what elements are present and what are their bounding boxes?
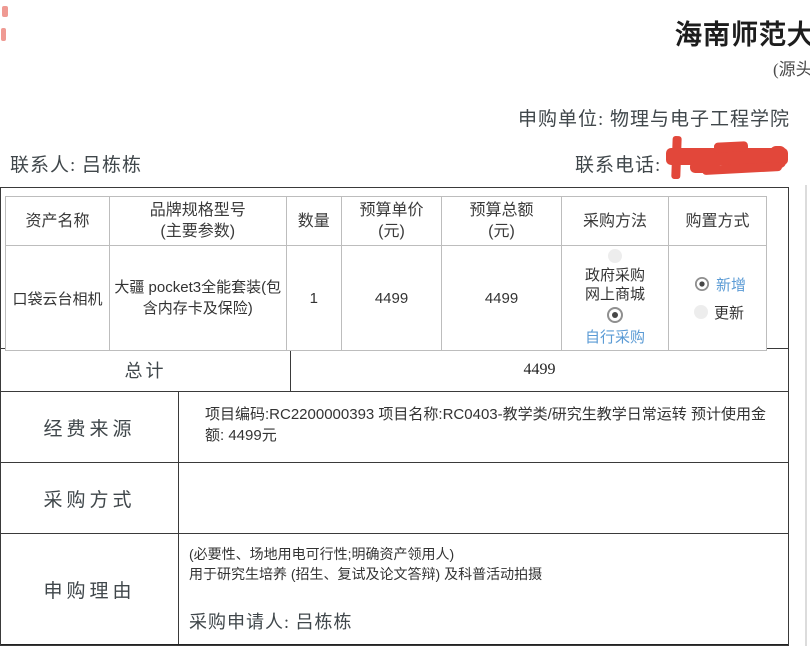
page-title: 海南师范大学 bbox=[675, 13, 810, 52]
col-header-brand-spec: 品牌规格型号 (主要参数) bbox=[109, 197, 286, 246]
asset-table-header-row: 资产名称 品牌规格型号 (主要参数) 数量 预算单价 (元) 预算总额 bbox=[6, 197, 767, 246]
radio-update[interactable] bbox=[694, 305, 708, 319]
redaction-scribble bbox=[650, 133, 798, 185]
funding-row: 经费来源 项目编码:RC2200000393 项目名称:RC0403-教学类/研… bbox=[1, 392, 788, 463]
asset-grid-section: 资产名称 品牌规格型号 (主要参数) 数量 预算单价 (元) 预算总额 bbox=[1, 188, 788, 349]
radio-new[interactable] bbox=[695, 277, 709, 291]
col-header-asset-name: 资产名称 bbox=[6, 197, 110, 246]
radio-self-procurement-label[interactable]: 自行采购 bbox=[585, 326, 645, 347]
radio-gov-mall[interactable] bbox=[608, 249, 622, 263]
cell-brand-spec: 大疆 pocket3全能套装(包含内存卡及保险) bbox=[109, 246, 286, 351]
procurement-mode-content bbox=[179, 463, 788, 533]
reason-content: (必要性、场地用电可行性;明确资产领用人) 用于研究生培养 (招生、复试及论文答… bbox=[179, 534, 788, 644]
procurement-mode-label: 采购方式 bbox=[1, 463, 179, 533]
cell-quantity: 1 bbox=[286, 246, 342, 351]
radio-self-procurement[interactable] bbox=[607, 307, 623, 323]
radio-new-label[interactable]: 新增 bbox=[716, 274, 746, 295]
page-subtitle: (源头 bbox=[773, 55, 810, 80]
applicant-line: 采购申请人: 吕栋栋 bbox=[189, 612, 778, 632]
procurement-mode-row: 采购方式 bbox=[1, 463, 788, 534]
form-table: 资产名称 品牌规格型号 (主要参数) 数量 预算单价 (元) 预算总额 bbox=[0, 187, 789, 646]
funding-label: 经费来源 bbox=[1, 392, 179, 462]
reason-hint: (必要性、场地用电可行性;明确资产领用人) bbox=[189, 544, 778, 564]
table-row: 口袋云台相机 大疆 pocket3全能套装(包含内存卡及保险) 1 4499 4… bbox=[6, 246, 767, 351]
asset-table: 资产名称 品牌规格型号 (主要参数) 数量 预算单价 (元) 预算总额 bbox=[5, 196, 767, 351]
col-header-unit-price: 预算单价 (元) bbox=[342, 197, 442, 246]
cell-unit-price: 4499 bbox=[342, 246, 442, 351]
reason-row: 申购理由 (必要性、场地用电可行性;明确资产领用人) 用于研究生培养 (招生、复… bbox=[1, 534, 788, 645]
contact-phone-label: 联系电话: bbox=[575, 150, 661, 177]
cell-procurement-method: 政府采购网上商城 自行采购 bbox=[562, 246, 669, 351]
contact-name: 联系人: 吕栋栋 bbox=[10, 150, 142, 177]
cell-asset-name: 口袋云台相机 bbox=[6, 246, 110, 351]
reason-label: 申购理由 bbox=[1, 534, 179, 644]
total-label: 总计 bbox=[1, 349, 291, 391]
red-pen-mark bbox=[1, 28, 6, 41]
brand-spec-text: 大疆 pocket3全能套装(包含内存卡及保险) bbox=[114, 277, 282, 319]
unit-line: 申购单位: 物理与电子工程学院 bbox=[518, 104, 790, 131]
red-pen-mark bbox=[2, 6, 8, 17]
col-header-total-price: 预算总额 (元) bbox=[441, 197, 561, 246]
col-header-purchase-type: 购置方式 bbox=[669, 197, 767, 246]
radio-gov-mall-label[interactable]: 政府采购网上商城 bbox=[583, 266, 647, 304]
col-header-quantity: 数量 bbox=[286, 197, 342, 246]
cell-purchase-type: 新增 更新 bbox=[669, 246, 767, 351]
funding-content: 项目编码:RC2200000393 项目名称:RC0403-教学类/研究生教学日… bbox=[179, 392, 788, 462]
col-header-procurement-method: 采购方法 bbox=[562, 197, 669, 246]
total-value: 4499 bbox=[291, 349, 788, 391]
page-edge-line bbox=[805, 185, 807, 646]
reason-text: 用于研究生培养 (招生、复试及论文答辩) 及科普活动拍摄 bbox=[189, 564, 778, 584]
total-row: 总计 4499 bbox=[1, 349, 788, 392]
radio-update-label[interactable]: 更新 bbox=[714, 302, 744, 323]
cell-total-price: 4499 bbox=[441, 246, 561, 351]
purchase-request-form: 海南师范大学 (源头 申购单位: 物理与电子工程学院 联系人: 吕栋栋 联系电话… bbox=[0, 0, 810, 646]
